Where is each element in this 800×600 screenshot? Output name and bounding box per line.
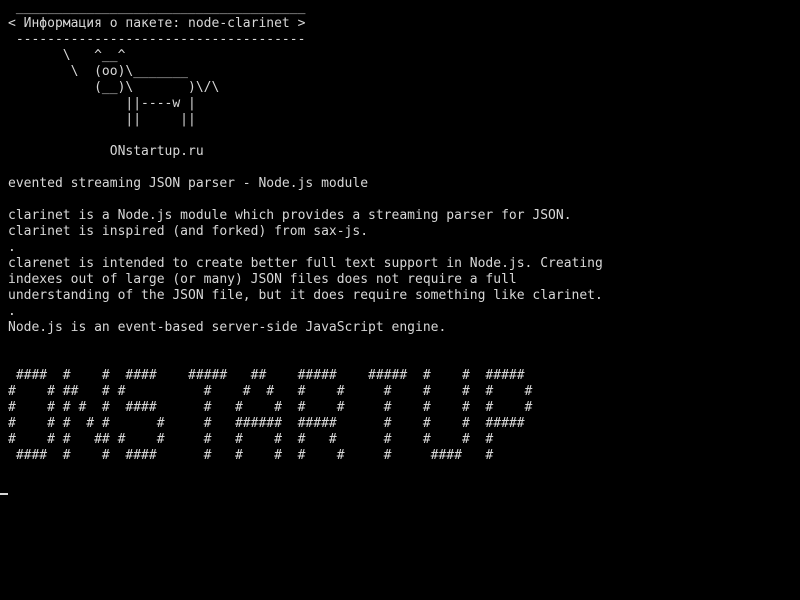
banner-art-line: # # # # # #### # # # # # # # # # # bbox=[8, 400, 533, 415]
description-separator: . bbox=[8, 240, 16, 255]
description-line: indexes out of large (or many) JSON file… bbox=[8, 272, 517, 287]
cowsay-art-line: ||----w | bbox=[8, 96, 196, 111]
cowsay-art-line: || || bbox=[8, 112, 196, 127]
description-line: clarinet is inspired (and forked) from s… bbox=[8, 224, 369, 239]
banner-art-line: # # ## # # # # # # # # # # # # bbox=[8, 384, 533, 399]
site-signature: ONstartup.ru bbox=[8, 144, 204, 159]
banner-art-line: #### # # #### ##### ## ##### ##### # # #… bbox=[8, 368, 525, 383]
text-cursor[interactable] bbox=[0, 493, 8, 495]
cowsay-art-line: \ ^__^ bbox=[8, 48, 126, 63]
cowsay-art-line: \ (oo)\_______ bbox=[8, 64, 189, 79]
package-info-title: < Информация о пакете: node-clarinet > bbox=[8, 16, 306, 31]
package-summary: evented streaming JSON parser - Node.js … bbox=[8, 176, 369, 191]
description-line: clarinet is a Node.js module which provi… bbox=[8, 208, 572, 223]
package-info-top-border: _____________________________________ bbox=[8, 0, 306, 15]
package-info-bottom-border: ------------------------------------- bbox=[8, 32, 306, 47]
description-separator: . bbox=[8, 304, 16, 319]
description-line: clarenet is intended to create better fu… bbox=[8, 256, 603, 271]
terminal-screen[interactable]: _____________________________________ < … bbox=[0, 0, 800, 600]
banner-art-line: # # # # # # # ###### ##### # # # ##### bbox=[8, 416, 525, 431]
banner-art-line: #### # # #### # # # # # # #### # bbox=[8, 448, 494, 463]
cowsay-art-line: (__)\ )\/\ bbox=[8, 80, 220, 95]
description-line: understanding of the JSON file, but it d… bbox=[8, 288, 603, 303]
banner-art-line: # # # ## # # # # # # # # # # # bbox=[8, 432, 494, 447]
description-line: Node.js is an event-based server-side Ja… bbox=[8, 320, 447, 335]
